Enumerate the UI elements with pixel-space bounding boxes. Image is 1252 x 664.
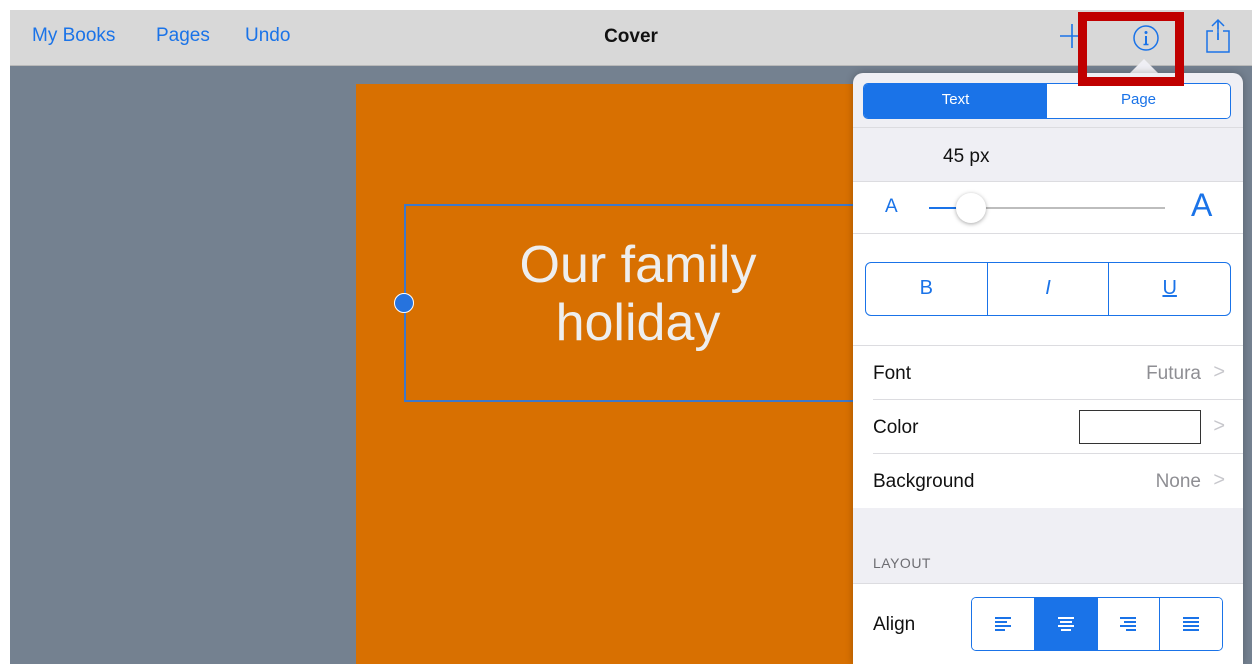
chevron-right-icon: > [1213,361,1225,383]
align-justify-icon [1183,617,1200,631]
align-center-icon [1057,617,1074,631]
alignment-buttons [971,597,1223,651]
navigation-bar: My Books Pages Undo Cover [10,10,1252,66]
underline-button[interactable]: U [1109,263,1230,315]
bold-button[interactable]: B [866,263,988,315]
format-tabs: Text Page [863,83,1231,119]
resize-handle[interactable] [394,293,414,313]
format-popover: Text Page 45 px A A B I U Font Futura > … [853,73,1243,664]
cover-title-line-2: holiday [555,294,721,352]
small-font-indicator: A [885,196,898,217]
share-icon[interactable] [1204,18,1232,54]
font-size-row: 45 px [853,127,1243,181]
color-label: Color [873,417,919,438]
font-label: Font [873,363,912,384]
align-left-icon [994,617,1011,631]
highlight-annotation-box [1078,12,1184,86]
background-value: None [1155,471,1201,492]
background-label: Background [873,471,975,492]
italic-button[interactable]: I [988,263,1110,315]
text-style-buttons: B I U [865,262,1231,316]
align-justify-button[interactable] [1160,598,1222,650]
tab-text[interactable]: Text [864,84,1047,118]
align-center-button[interactable] [1034,598,1098,650]
font-size-value: 45 px [943,146,990,167]
chevron-right-icon: > [1213,415,1225,437]
align-row: Align [853,583,1243,664]
align-right-button[interactable] [1097,598,1161,650]
color-swatch[interactable] [1079,410,1201,444]
color-row[interactable]: Color > [853,400,1243,454]
font-size-slider-row: A A [853,181,1243,233]
align-right-icon [1120,617,1137,631]
book-cover-page[interactable]: Our family holiday [356,84,904,664]
cover-text-box[interactable]: Our family holiday [394,204,904,402]
cover-title-line-1: Our family [519,236,757,294]
background-row[interactable]: Background None > [853,454,1243,508]
chevron-right-icon: > [1213,469,1225,491]
align-left-button[interactable] [972,598,1035,650]
font-value: Futura [1146,363,1201,384]
layout-section-header: LAYOUT [873,555,931,571]
font-size-slider[interactable] [929,193,1165,223]
text-style-row: B I U [853,233,1243,345]
slider-thumb[interactable] [956,193,987,223]
align-label: Align [873,614,916,635]
cover-title-text[interactable]: Our family holiday [406,236,870,352]
tab-page[interactable]: Page [1047,84,1230,118]
font-row[interactable]: Font Futura > [853,346,1243,400]
large-font-indicator: A [1191,187,1213,223]
text-properties-list: Font Futura > Color > Background None > [853,345,1243,508]
